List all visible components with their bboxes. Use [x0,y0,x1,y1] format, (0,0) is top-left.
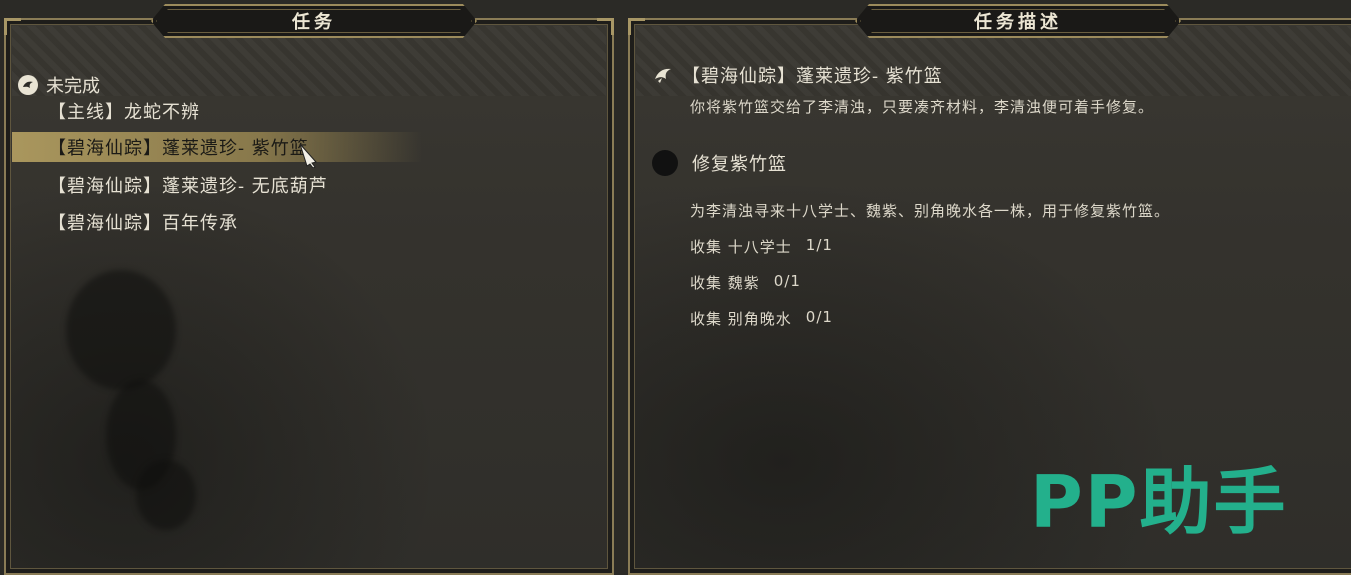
panel-title: 任务描述 [860,9,1176,33]
subquest-description: 为李清浊寻来十八学士、魏紫、别角晚水各一株，用于修复紫竹篮。 [690,202,1171,220]
subquest-title: 修复紫竹篮 [692,154,787,175]
objective-progress: 0/1 [805,308,833,326]
panel-title-plate: 任务描述 [855,4,1181,38]
ink-splash [66,270,176,390]
quest-list-panel: 任务 未完成 【主线】龙蛇不辨 【碧海仙踪】蓬莱遗珍- 紫竹篮 【碧海仙踪】蓬莱… [4,18,614,575]
quest-title: 【碧海仙踪】蓬莱遗珍- 紫竹篮 [682,66,943,87]
category-label: 未完成 [46,76,100,97]
panel-title-plate: 任务 [151,4,477,38]
objective-progress: 0/1 [773,272,801,290]
bird-icon [655,68,671,83]
quest-label: 【碧海仙踪】百年传承 [48,213,238,234]
objective-label: 收集 别角晚水 [690,310,792,328]
objective-label: 收集 魏紫 [690,274,760,292]
subquest-marker-icon [652,150,678,176]
frame-corner [597,18,614,35]
ink-splash [136,460,196,530]
bird-icon [18,75,38,95]
quest-title-row: 【碧海仙踪】蓬莱遗珍- 紫竹篮 [652,62,943,88]
frame-corner [4,18,21,35]
quest-description: 你将紫竹篮交给了李清浊，只要凑齐材料，李清浊便可着手修复。 [690,98,1155,116]
quest-item[interactable]: 【主线】龙蛇不辨 [12,96,422,126]
quest-item[interactable]: 【碧海仙踪】蓬莱遗珍- 无底葫芦 [12,170,422,200]
objective-label: 收集 十八学士 [690,238,792,256]
frame-corner [628,18,645,35]
quest-label: 【碧海仙踪】蓬莱遗珍- 紫竹篮 [48,138,309,159]
panel-title: 任务 [156,9,472,33]
objective-row: 收集 魏紫 0/1 [690,272,801,293]
cursor-pointer-icon [299,143,317,168]
objective-row: 收集 别角晚水 0/1 [690,308,833,329]
quest-category-incomplete[interactable]: 未完成 [18,72,100,98]
watermark-logo: PP助手 [1030,459,1288,544]
quest-item[interactable]: 【碧海仙踪】百年传承 [12,207,422,237]
objective-progress: 1/1 [805,236,833,254]
subquest-row: 修复紫竹篮 [652,150,787,176]
quest-label: 【主线】龙蛇不辨 [48,102,200,123]
objective-row: 收集 十八学士 1/1 [690,236,833,257]
quest-label: 【碧海仙踪】蓬莱遗珍- 无底葫芦 [48,176,328,197]
quest-item-selected[interactable]: 【碧海仙踪】蓬莱遗珍- 紫竹篮 [12,132,422,162]
